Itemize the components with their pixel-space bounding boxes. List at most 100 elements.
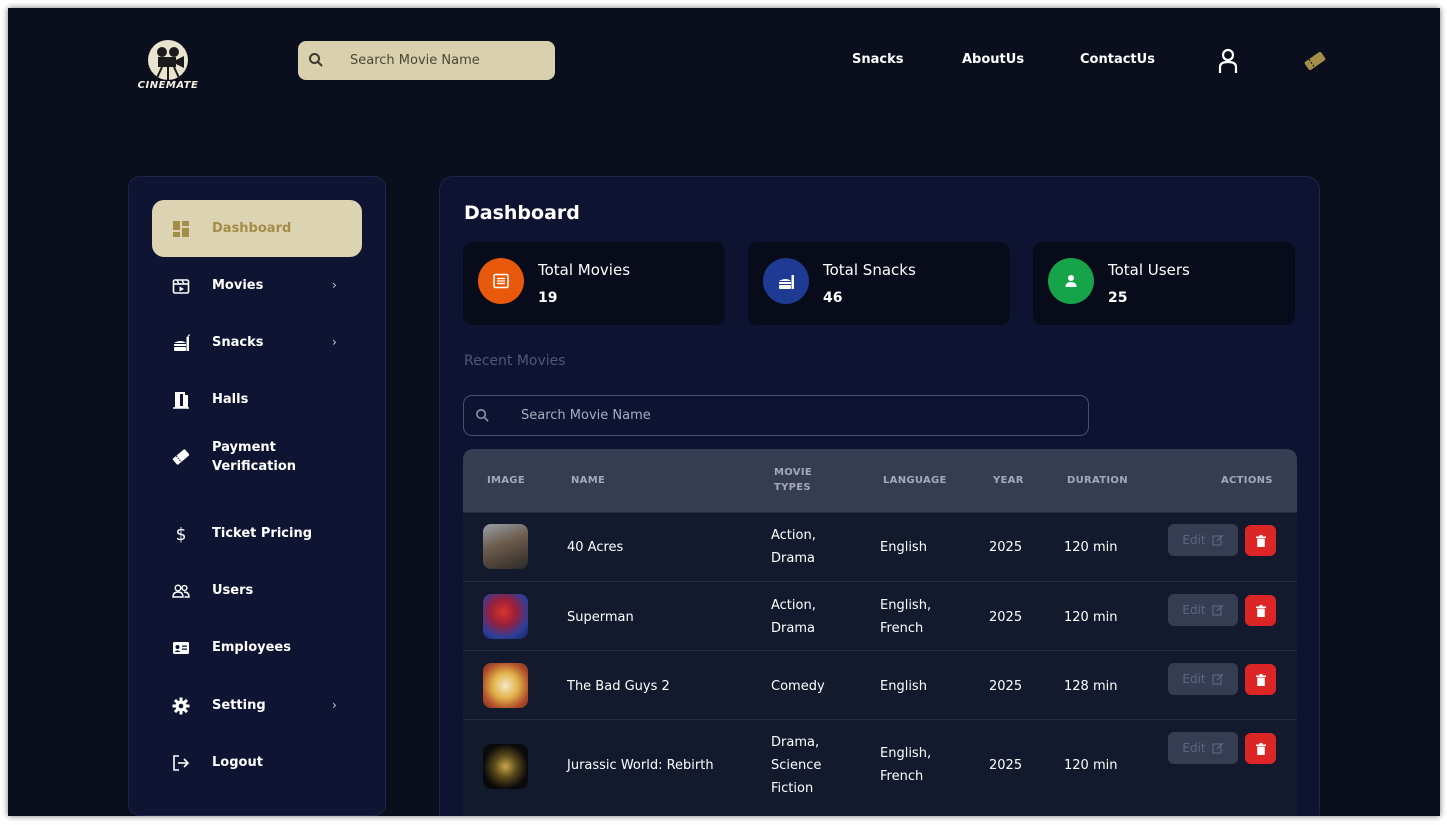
movie-language: English, French [880, 598, 932, 636]
sidebar-item-label: Dashboard [212, 221, 292, 236]
dollar-icon: $ [176, 525, 187, 543]
nav-aboutus[interactable]: AboutUs [962, 52, 1024, 67]
chevron-right-icon: › [332, 698, 337, 712]
gear-icon [172, 697, 190, 715]
movie-year: 2025 [989, 540, 1023, 555]
search-icon [309, 53, 323, 67]
col-year: YEAR [993, 475, 1024, 486]
edit-button[interactable]: Edit [1168, 732, 1238, 764]
poster-image [483, 744, 528, 789]
sidebar-item-label: Ticket Pricing [212, 526, 313, 541]
trash-icon [1255, 604, 1266, 617]
id-card-icon [173, 642, 189, 654]
table-row: The Bad Guys 2 Comedy English 2025 128 m… [463, 650, 1297, 719]
delete-button[interactable] [1245, 664, 1276, 695]
stat-value: 19 [538, 290, 558, 306]
page-title: Dashboard [464, 202, 580, 224]
sidebar-item-dashboard[interactable]: Dashboard [152, 200, 362, 257]
sidebar-item-label: Payment Verification [212, 439, 297, 474]
movie-search-bar[interactable] [463, 395, 1089, 436]
sidebar-item-logout[interactable]: Logout [152, 734, 362, 791]
cinemate-logo[interactable]: CINEMATE [128, 38, 208, 98]
stat-card-snacks: Total Snacks 46 [748, 242, 1010, 325]
dashboard-panel: Dashboard Total Movies 19 Total Snacks 4… [439, 176, 1320, 816]
stat-card-users: Total Users 25 [1033, 242, 1295, 325]
stat-label: Total Snacks [823, 261, 916, 279]
top-search-bar[interactable] [298, 41, 555, 80]
movie-name: Jurassic World: Rebirth [567, 758, 714, 773]
col-image: IMAGE [487, 475, 525, 486]
delete-button[interactable] [1245, 595, 1276, 626]
col-language: LANGUAGE [883, 475, 947, 486]
app-window: CINEMATE Snacks AboutUs ContactUs Dashbo… [8, 8, 1440, 816]
col-name: NAME [571, 475, 606, 486]
edit-button[interactable]: Edit [1168, 594, 1238, 626]
movie-language: English, French [880, 746, 932, 784]
movie-types: Comedy [771, 679, 825, 694]
chevron-right-icon: › [332, 335, 337, 349]
movie-language: English [880, 540, 927, 555]
movie-name: The Bad Guys 2 [567, 679, 670, 694]
sidebar-item-label: Halls [212, 392, 249, 407]
snacks-icon [763, 258, 809, 304]
sidebar-item-employees[interactable]: Employees [152, 619, 362, 676]
sidebar-item-setting[interactable]: Setting › [152, 677, 362, 734]
ticket-icon[interactable] [1303, 50, 1327, 72]
search-icon [476, 409, 489, 422]
sidebar-item-label: Logout [212, 755, 263, 770]
stat-value: 46 [823, 290, 843, 306]
edit-icon [1212, 604, 1224, 616]
logout-icon [173, 755, 190, 771]
logo-text: CINEMATE [137, 80, 199, 91]
sidebar-item-halls[interactable]: Halls [152, 371, 362, 428]
camera-logo-icon [148, 40, 188, 81]
nav-contactus[interactable]: ContactUs [1080, 52, 1155, 67]
nav-snacks[interactable]: Snacks [852, 52, 903, 67]
table-row: Superman Action, Drama English, French 202… [463, 581, 1297, 650]
sidebar-item-movies[interactable]: Movies › [152, 257, 362, 314]
poster-image [483, 663, 528, 708]
users-icon [172, 584, 190, 598]
top-search-input[interactable] [350, 41, 550, 80]
user-icon[interactable] [1217, 48, 1239, 74]
col-types: MOVIE TYPES [774, 467, 812, 493]
movie-types: Action, Drama [771, 598, 816, 636]
table-header: IMAGE NAME MOVIE TYPES LANGUAGE YEAR DUR… [463, 449, 1297, 512]
trash-icon [1255, 673, 1266, 686]
sidebar: Dashboard Movies › Snacks › Halls Paymen… [128, 176, 386, 816]
snacks-icon [174, 334, 190, 351]
recent-movies-heading: Recent Movies [464, 353, 566, 369]
poster-image [483, 594, 528, 639]
table-row: 40 Acres Action, Drama English 2025 120 m… [463, 512, 1297, 581]
sidebar-item-snacks[interactable]: Snacks › [152, 314, 362, 371]
stat-label: Total Users [1108, 261, 1190, 279]
movie-search-input[interactable] [521, 396, 1061, 435]
delete-button[interactable] [1245, 733, 1276, 764]
movie-name: Superman [567, 610, 634, 625]
trash-icon [1255, 742, 1266, 755]
movies-table: IMAGE NAME MOVIE TYPES LANGUAGE YEAR DUR… [463, 449, 1297, 816]
delete-button[interactable] [1245, 525, 1276, 556]
svg-text:$: $ [176, 525, 187, 543]
sidebar-item-label: Snacks [212, 335, 264, 350]
dashboard-icon [173, 221, 189, 237]
sidebar-item-ticket-pricing[interactable]: $ Ticket Pricing [152, 505, 362, 562]
col-duration: DURATION [1067, 475, 1128, 486]
edit-icon [1212, 673, 1224, 685]
trash-icon [1255, 534, 1266, 547]
edit-button[interactable]: Edit [1168, 524, 1238, 556]
edit-button[interactable]: Edit [1168, 663, 1238, 695]
sidebar-item-payment-verification[interactable]: Payment Verification [152, 428, 362, 485]
sidebar-item-label: Users [212, 583, 254, 598]
movie-duration: 120 min [1064, 610, 1118, 625]
stat-label: Total Movies [538, 261, 631, 279]
movie-name: 40 Acres [567, 540, 624, 555]
sidebar-item-users[interactable]: Users [152, 562, 362, 619]
sidebar-item-label: Movies [212, 278, 264, 293]
movie-duration: 128 min [1064, 679, 1118, 694]
movie-year: 2025 [989, 610, 1023, 625]
edit-icon [1212, 742, 1224, 754]
sidebar-item-label: Employees [212, 640, 291, 655]
movie-types: Action, Drama [771, 528, 816, 566]
sidebar-item-label: Setting [212, 698, 266, 713]
